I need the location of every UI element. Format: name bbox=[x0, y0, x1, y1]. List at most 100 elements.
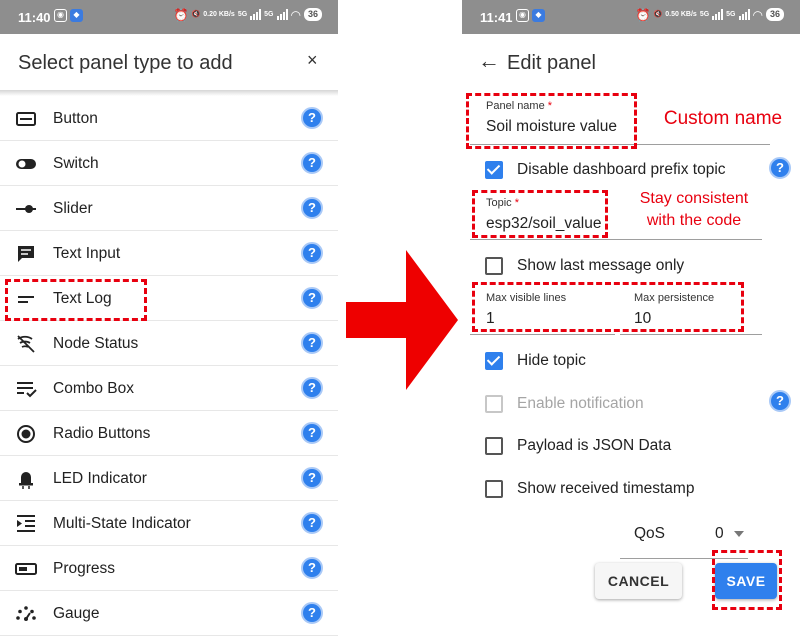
arrow-icon bbox=[346, 250, 458, 390]
enable-notification-checkbox[interactable] bbox=[485, 395, 503, 413]
custom-name-annotation: Custom name bbox=[663, 108, 783, 129]
help-icon[interactable]: ? bbox=[301, 512, 323, 534]
multi-state-icon bbox=[15, 513, 37, 535]
annotation-line-2: with the code bbox=[646, 212, 742, 229]
panel-type-label: Radio Buttons bbox=[53, 425, 151, 442]
panel-type-label: Text Input bbox=[53, 245, 121, 262]
close-icon[interactable]: × bbox=[307, 50, 318, 71]
help-icon[interactable]: ? bbox=[301, 377, 323, 399]
app-notification-icon: ◆ bbox=[532, 9, 545, 22]
network-type-2: 5G bbox=[726, 10, 736, 18]
signal-icon bbox=[712, 9, 724, 20]
panel-type-combo-box[interactable]: Combo Box? bbox=[0, 366, 338, 411]
radio-icon bbox=[15, 423, 37, 445]
panel-type-radio-buttons[interactable]: Radio Buttons? bbox=[0, 411, 338, 456]
show-last-message-checkbox[interactable] bbox=[485, 257, 503, 275]
panel-type-label: Node Status bbox=[53, 335, 139, 352]
switch-icon bbox=[15, 153, 37, 175]
panel-type-slider[interactable]: Slider? bbox=[0, 186, 338, 231]
show-timestamp-label: Show received timestamp bbox=[517, 480, 695, 497]
help-icon[interactable]: ? bbox=[301, 557, 323, 579]
panel-type-label: Multi-State Indicator bbox=[53, 515, 191, 532]
network-type: 5G bbox=[699, 10, 710, 18]
help-icon[interactable]: ? bbox=[301, 242, 323, 264]
text-input-icon bbox=[15, 243, 37, 265]
text-log-highlight-box bbox=[5, 279, 147, 321]
qos-label: QoS bbox=[634, 525, 666, 542]
help-icon[interactable]: ? bbox=[301, 287, 323, 309]
topic-underline bbox=[470, 239, 762, 240]
panel-type-label: Slider bbox=[53, 200, 93, 217]
panel-type-label: Button bbox=[53, 110, 98, 127]
payload-json-label: Payload is JSON Data bbox=[517, 437, 672, 454]
show-timestamp-checkbox[interactable] bbox=[485, 480, 503, 498]
max-lines-highlight-box bbox=[472, 282, 744, 332]
panel-type-progress[interactable]: Progress? bbox=[0, 546, 338, 591]
notification-icons: ◉ ◆ bbox=[54, 9, 83, 22]
hide-topic-label: Hide topic bbox=[517, 352, 586, 369]
system-icons: ⏰ 🔇 0.50 KB/s 5G 5G ◠ 36 bbox=[636, 8, 784, 21]
app-notification-icon: ◉ bbox=[516, 9, 529, 22]
help-icon[interactable]: ? bbox=[301, 197, 323, 219]
signal-icon bbox=[738, 9, 750, 20]
combo-box-icon bbox=[15, 378, 37, 400]
battery-level: 36 bbox=[765, 8, 784, 21]
help-icon[interactable]: ? bbox=[301, 467, 323, 489]
status-bar: 11:40 ◉ ◆ ⏰ 🔇 0.20 KB/s 5G 5G ◠ 36 bbox=[0, 0, 338, 34]
panel-type-text-input[interactable]: Text Input? bbox=[0, 231, 338, 276]
panel-type-label: LED Indicator bbox=[53, 470, 147, 487]
panel-type-label: Switch bbox=[53, 155, 99, 172]
slider-icon bbox=[15, 198, 37, 220]
mute-icon: 🔇 bbox=[191, 10, 201, 18]
cancel-button[interactable]: CANCEL bbox=[595, 563, 682, 599]
mute-icon: 🔇 bbox=[653, 10, 663, 18]
enable-notification-label: Enable notification bbox=[517, 395, 644, 412]
led-icon bbox=[15, 468, 37, 490]
panel-type-label: Combo Box bbox=[53, 380, 134, 397]
help-icon[interactable]: ? bbox=[301, 152, 323, 174]
alarm-icon: ⏰ bbox=[173, 7, 189, 22]
wifi-icon: ◠ bbox=[752, 7, 763, 22]
network-type: 5G bbox=[237, 10, 248, 18]
panel-type-multi-state-indicator[interactable]: Multi-State Indicator? bbox=[0, 501, 338, 546]
panel-type-node-status[interactable]: Node Status? bbox=[0, 321, 338, 366]
notification-icons: ◉ ◆ bbox=[516, 9, 545, 22]
chevron-down-icon[interactable] bbox=[734, 531, 744, 537]
disable-prefix-label: Disable dashboard prefix topic bbox=[517, 161, 726, 178]
annotation-line-1: Stay consistent bbox=[639, 190, 749, 207]
panel-type-label: Gauge bbox=[53, 605, 100, 622]
network-speed: 0.20 KB/s bbox=[203, 10, 235, 18]
edit-panel-screen: 11:41 ◉ ◆ ⏰ 🔇 0.50 KB/s 5G 5G ◠ 36 ← Edi… bbox=[462, 0, 800, 638]
gauge-icon bbox=[15, 603, 37, 625]
help-icon[interactable]: ? bbox=[301, 422, 323, 444]
stay-consistent-annotation: Stay consistent with the code bbox=[628, 188, 760, 232]
panel-type-switch[interactable]: Switch? bbox=[0, 141, 338, 186]
battery-level: 36 bbox=[303, 8, 322, 21]
topic-highlight-box bbox=[472, 190, 608, 238]
page-title: Edit panel bbox=[507, 52, 596, 74]
button-icon bbox=[15, 108, 37, 130]
hide-topic-checkbox[interactable] bbox=[485, 352, 503, 370]
panel-type-gauge[interactable]: Gauge? bbox=[0, 591, 338, 636]
status-bar: 11:41 ◉ ◆ ⏰ 🔇 0.50 KB/s 5G 5G ◠ 36 bbox=[462, 0, 800, 34]
show-last-message-label: Show last message only bbox=[517, 257, 685, 274]
max-visible-lines-underline bbox=[470, 334, 615, 335]
help-icon[interactable]: ? bbox=[301, 602, 323, 624]
help-icon[interactable]: ? bbox=[301, 332, 323, 354]
payload-json-checkbox[interactable] bbox=[485, 437, 503, 455]
select-panel-screen: 11:40 ◉ ◆ ⏰ 🔇 0.20 KB/s 5G 5G ◠ 36 Selec… bbox=[0, 0, 338, 638]
panel-type-label: Progress bbox=[53, 560, 116, 577]
save-highlight-box bbox=[712, 550, 782, 610]
panel-type-button[interactable]: Button? bbox=[0, 96, 338, 141]
help-icon[interactable]: ? bbox=[769, 157, 791, 179]
signal-icon bbox=[276, 9, 288, 20]
qos-select[interactable]: 0 bbox=[715, 525, 724, 543]
help-icon[interactable]: ? bbox=[301, 107, 323, 129]
panel-type-led-indicator[interactable]: LED Indicator? bbox=[0, 456, 338, 501]
arrow-left-icon[interactable]: ← bbox=[478, 48, 500, 74]
wifi-icon: ◠ bbox=[290, 7, 301, 22]
panel-name-highlight-box bbox=[466, 93, 637, 149]
help-icon[interactable]: ? bbox=[769, 390, 791, 412]
disable-prefix-checkbox[interactable] bbox=[485, 161, 503, 179]
app-notification-icon: ◉ bbox=[54, 9, 67, 22]
